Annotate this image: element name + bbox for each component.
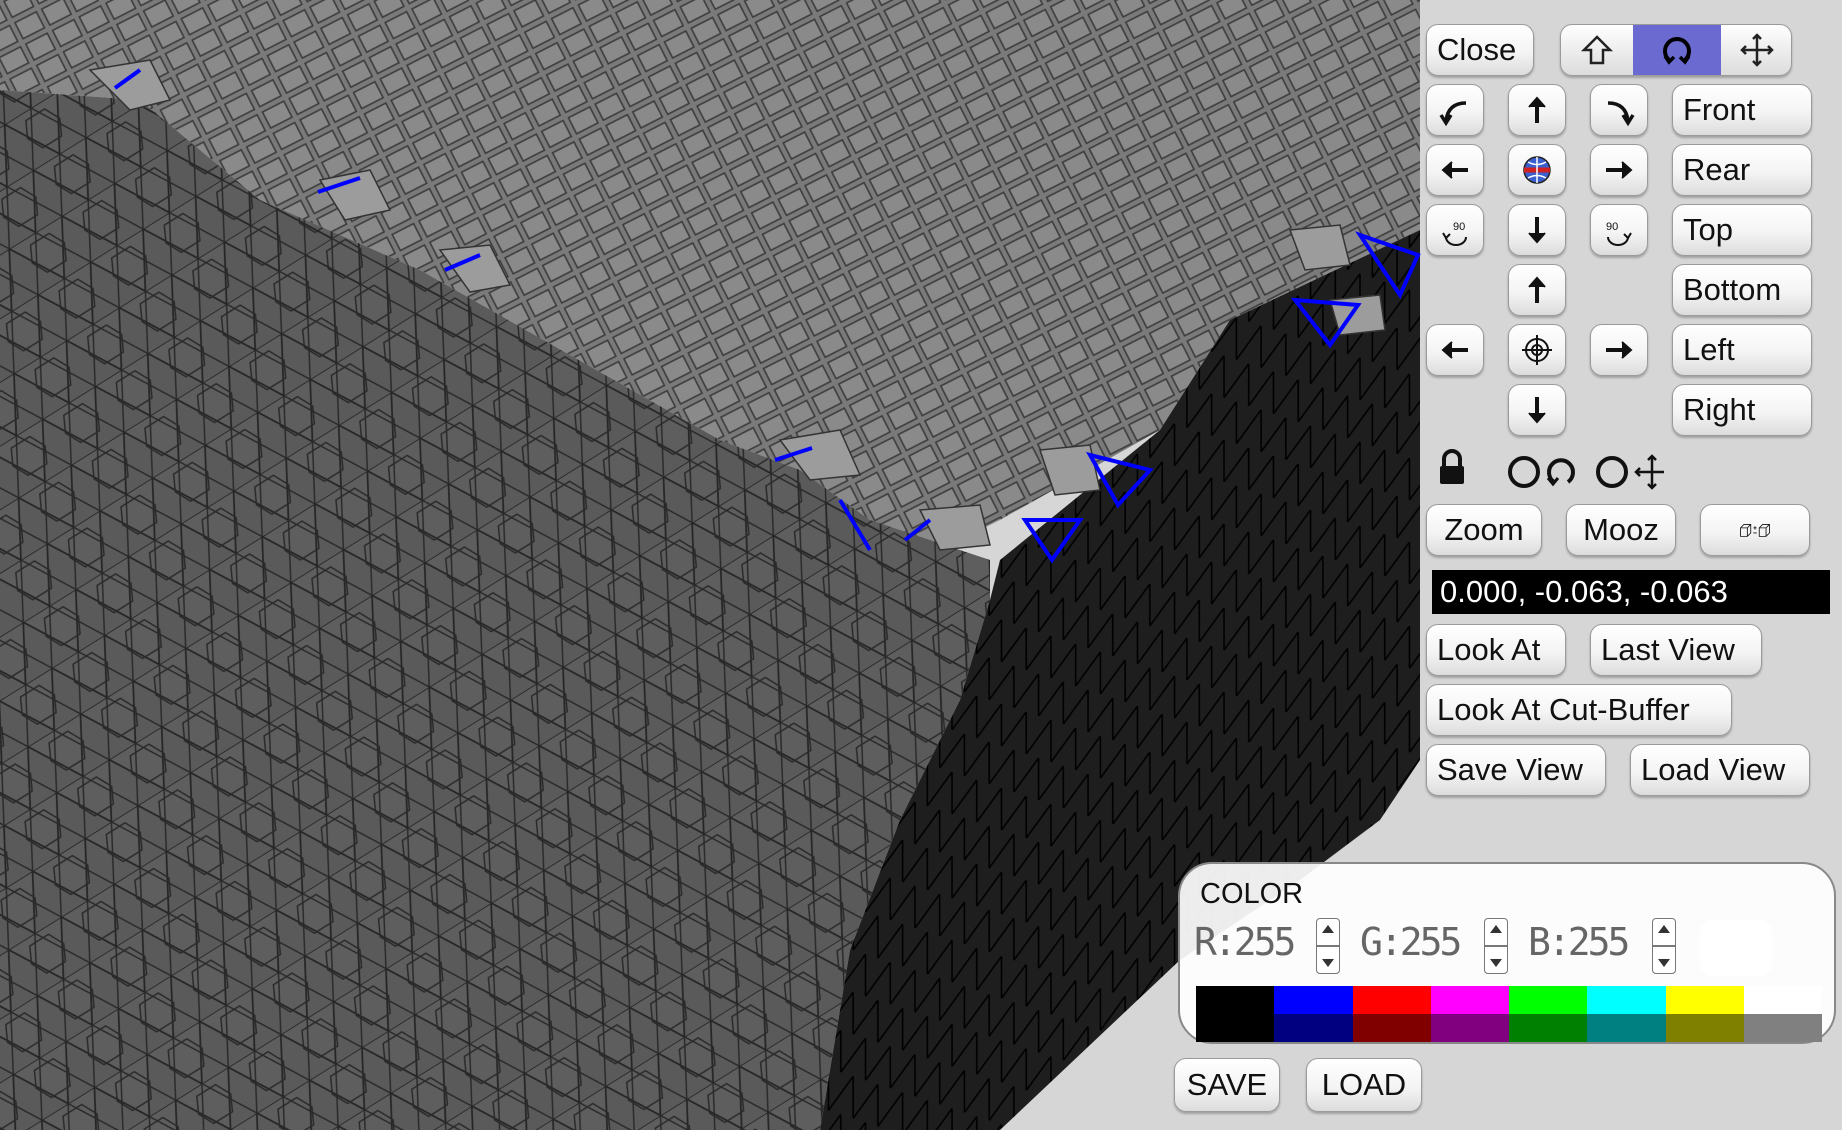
look-at-button[interactable]: Look At [1426,624,1566,676]
arrow-up-icon [1528,96,1546,123]
palette-swatch[interactable] [1430,986,1509,1014]
compare-views-button[interactable] [1700,504,1810,556]
palette-swatch[interactable] [1352,986,1431,1014]
move-icon [1634,454,1664,490]
last-view-button[interactable]: Last View [1590,624,1762,676]
circle-icon [1508,456,1540,488]
rotate-90-ccw-button[interactable]: 90 [1426,204,1484,256]
blue-spinner[interactable] [1652,918,1676,974]
arrow-left-icon [1441,341,1468,359]
palette-swatch[interactable] [1665,986,1744,1014]
current-color-swatch [1700,920,1772,976]
curve-arrow-right-icon [1607,101,1635,127]
move-up-button[interactable] [1508,264,1566,316]
circle-icon [1596,456,1628,488]
palette-swatch[interactable] [1665,1014,1744,1042]
move-left-button[interactable] [1426,324,1484,376]
tilt-up-button[interactable] [1508,84,1566,136]
rotate-mode-icon[interactable] [1633,25,1721,75]
palette-swatch[interactable] [1196,986,1275,1014]
close-button[interactable]: Close [1426,24,1534,76]
palette-swatch[interactable] [1352,1014,1431,1042]
palette-swatch[interactable] [1274,986,1353,1014]
palette-swatch[interactable] [1587,986,1666,1014]
palette-swatch[interactable] [1743,1014,1822,1042]
move-down-button[interactable] [1508,384,1566,436]
swap-cubes-icon [1740,524,1770,537]
mode-indicator-icons [1504,452,1664,492]
color-palette [1196,986,1822,1042]
arrow-down-icon [1528,217,1546,244]
crosshair-icon [1522,335,1552,365]
svg-text:90: 90 [1453,221,1465,233]
coordinate-readout: 0.000, -0.063, -0.063 [1432,570,1830,614]
look-at-cut-buffer-button[interactable]: Look At Cut-Buffer [1426,684,1732,736]
red-value[interactable]: R:255 [1194,920,1296,964]
view-bottom-button[interactable]: Bottom [1672,264,1812,316]
view-right-button[interactable]: Right [1672,384,1812,436]
rotate-90-cw-icon: 90 [1606,221,1632,246]
rotate-icon [1546,458,1575,487]
view-front-button[interactable]: Front [1672,84,1812,136]
globe-view-button[interactable] [1508,144,1566,196]
palette-swatch[interactable] [1509,986,1588,1014]
mooz-button[interactable]: Mooz [1566,504,1676,556]
save-button[interactable]: SAVE [1174,1058,1280,1112]
arrow-right-icon [1606,161,1633,179]
globe-icon [1523,156,1551,184]
lock-icon[interactable] [1434,448,1470,488]
arrow-left-icon [1441,161,1468,179]
roll-left-button[interactable] [1426,84,1484,136]
palette-swatch[interactable] [1743,986,1822,1014]
save-view-button[interactable]: Save View [1426,744,1606,796]
arrow-right-icon [1606,341,1633,359]
center-view-button[interactable] [1508,324,1566,376]
view-top-button[interactable]: Top [1672,204,1812,256]
load-view-button[interactable]: Load View [1630,744,1810,796]
svg-text:90: 90 [1606,221,1618,233]
palette-swatch[interactable] [1274,1014,1353,1042]
color-panel-title: COLOR [1200,878,1304,910]
view-left-button[interactable]: Left [1672,324,1812,376]
palette-swatch[interactable] [1587,1014,1666,1042]
curve-arrow-left-icon [1439,101,1467,127]
view-rear-button[interactable]: Rear [1672,144,1812,196]
arrow-down-icon [1528,397,1546,424]
pan-right-button[interactable] [1590,144,1648,196]
move-right-button[interactable] [1590,324,1648,376]
zoom-button[interactable]: Zoom [1426,504,1542,556]
palette-swatch[interactable] [1509,1014,1588,1042]
roll-right-button[interactable] [1590,84,1648,136]
move-mode-icon[interactable] [1721,25,1791,75]
tilt-down-button[interactable] [1508,204,1566,256]
color-panel: COLOR R:255 G:255 B:255 [1178,862,1836,1044]
red-spinner[interactable] [1316,918,1340,974]
rotate-90-cw-button[interactable]: 90 [1590,204,1648,256]
rotate-90-ccw-icon: 90 [1442,221,1467,246]
blue-value[interactable]: B:255 [1528,920,1630,964]
mode-selector [1560,24,1792,76]
palette-swatch[interactable] [1430,1014,1509,1042]
pan-left-button[interactable] [1426,144,1484,196]
home-up-icon[interactable] [1561,25,1633,75]
palette-swatch[interactable] [1196,1014,1275,1042]
green-spinner[interactable] [1484,918,1508,974]
load-button[interactable]: LOAD [1306,1058,1422,1112]
arrow-up-icon [1528,276,1546,303]
green-value[interactable]: G:255 [1360,920,1462,964]
